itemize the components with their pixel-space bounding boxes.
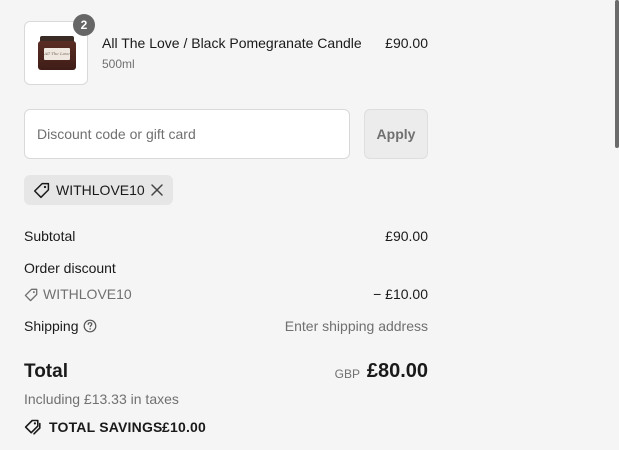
applied-discount-chip: WITHLOVE10 (24, 175, 173, 205)
order-discount-row: Order discount (24, 260, 428, 278)
product-image-label: All The Love (44, 48, 70, 60)
subtotal-label: Subtotal (24, 228, 76, 244)
savings-value: £10.00 (162, 419, 207, 435)
product-price: £90.00 (385, 35, 428, 51)
product-title: All The Love / Black Pomegranate Candle (102, 35, 362, 51)
discount-input[interactable] (25, 110, 349, 158)
savings-label: TOTAL SAVINGS (49, 419, 163, 435)
product-variant: 500ml (102, 57, 135, 71)
shipping-row: Shipping Enter shipping address (24, 318, 428, 336)
applied-code: WITHLOVE10 (56, 182, 145, 198)
subtotal-row: Subtotal £90.00 (24, 228, 428, 246)
line-item: All The Love 2 All The Love / Black Pome… (24, 14, 428, 85)
discount-field[interactable] (24, 109, 350, 159)
discount-code-row: WITHLOVE10 − £10.00 (24, 286, 428, 304)
apply-button[interactable]: Apply (364, 109, 428, 159)
scrollbar[interactable] (615, 0, 619, 148)
candle-jar-image: All The Love (38, 36, 76, 70)
order-discount-label: Order discount (24, 260, 116, 276)
discount-value: − £10.00 (373, 286, 428, 302)
discount-code-label: WITHLOVE10 (43, 286, 132, 302)
currency-code: GBP (334, 367, 360, 381)
taxes-note: Including £13.33 in taxes (24, 391, 179, 407)
close-icon[interactable] (150, 183, 164, 197)
tag-icon (24, 419, 41, 435)
shipping-label: Shipping (24, 318, 79, 334)
tag-icon (24, 288, 38, 302)
tag-icon (33, 182, 50, 199)
quantity-badge: 2 (73, 14, 95, 36)
help-icon[interactable] (83, 319, 97, 333)
shipping-value: Enter shipping address (284, 318, 428, 334)
total-value: £80.00 (366, 360, 428, 382)
subtotal-value: £90.00 (385, 228, 428, 244)
total-label: Total (24, 361, 68, 382)
